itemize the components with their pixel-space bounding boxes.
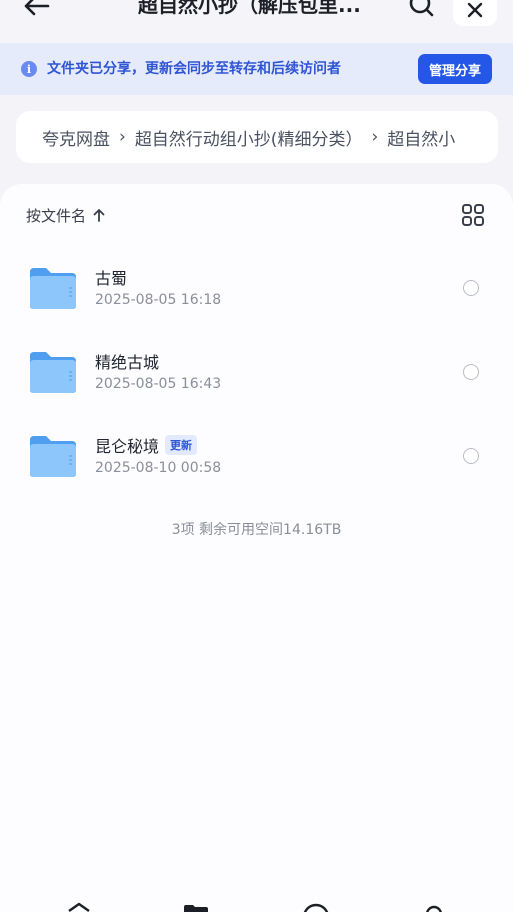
file-row[interactable]: 精绝古城 2025-08-05 16:43 [0,329,513,413]
page-title: 超自然小抄（解压包里... [138,0,361,17]
storage-summary: 3项 剩余可用空间14.16TB [171,522,342,538]
sort-by-name-button[interactable]: 按文件名 [26,204,105,226]
select-radio[interactable] [463,280,479,296]
folder-date: 2025-08-05 16:43 [95,376,222,392]
folder-name-text: 精绝古城 [95,353,160,372]
info-icon: i [21,61,37,77]
chat-icon [303,903,329,912]
breadcrumb-item-current[interactable]: 超自然小 [387,125,455,150]
select-radio[interactable] [463,448,479,464]
profile-icon [426,905,442,912]
files-tab[interactable] [182,898,210,912]
home-icon [68,902,90,912]
close-button[interactable] [453,0,497,26]
close-icon [467,2,483,18]
top-bar: 超自然小抄（解压包里... [0,0,513,42]
manage-share-button[interactable]: 管理分享 [418,54,492,84]
folder-icon [30,352,76,393]
folder-icon [30,436,76,477]
update-badge: 更新 [165,435,198,455]
file-row[interactable]: 昆仑秘境 更新 2025-08-10 00:58 [0,413,513,497]
folder-icon [30,268,76,309]
back-arrow-icon [24,0,50,16]
breadcrumb-item-root[interactable]: 夸克网盘 [42,125,110,150]
home-tab[interactable] [66,898,92,912]
share-notice-text: 文件夹已分享，更新会同步至转存和后续访问者 [47,61,341,77]
file-row[interactable]: 古蜀 2025-08-05 16:18 [0,245,513,329]
folder-name: 精绝古城 [95,349,159,373]
breadcrumb: 夸克网盘 › 超自然行动组小抄(精细分类） › 超自然小 [16,111,498,163]
chat-tab[interactable] [301,898,331,912]
breadcrumb-item-parent[interactable]: 超自然行动组小抄(精细分类） [135,125,363,150]
bottom-tab-bar [0,898,513,912]
folder-name-text: 古蜀 [95,269,128,288]
breadcrumb-separator: › [119,127,126,147]
profile-tab[interactable] [423,898,445,912]
folder-name: 昆仑秘境 更新 [95,433,198,457]
sort-up-icon [93,208,105,222]
sort-label: 按文件名 [26,206,87,225]
search-icon [409,0,434,17]
grid-view-icon [462,204,484,226]
files-icon [184,905,208,912]
folder-name: 古蜀 [95,265,127,289]
folder-date: 2025-08-05 16:18 [95,292,222,308]
select-radio[interactable] [463,364,479,380]
grid-view-button[interactable] [460,202,486,228]
folder-date: 2025-08-10 00:58 [95,460,222,476]
breadcrumb-fade [464,111,498,163]
search-button[interactable] [404,0,438,20]
breadcrumb-separator: › [371,127,379,147]
folder-name-text: 昆仑秘境 [95,437,160,456]
back-button[interactable] [20,0,52,20]
